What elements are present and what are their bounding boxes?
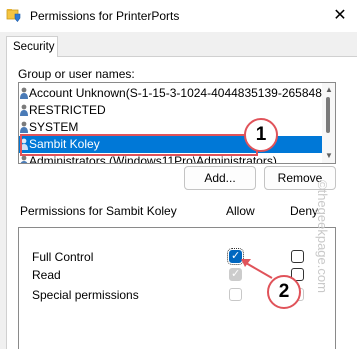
annotation-badge-1: 1 xyxy=(244,118,278,152)
deny-column-header: Deny xyxy=(290,204,319,218)
list-item[interactable]: Account Unknown(S-1-15-3-1024-4044835139… xyxy=(19,85,322,102)
special-permissions-allow-checkbox[interactable] xyxy=(229,288,242,301)
allow-column-header: Allow xyxy=(226,204,255,218)
full-control-deny-checkbox[interactable] xyxy=(291,250,304,263)
group-user-names-label: Group or user names: xyxy=(18,67,135,81)
tab-security[interactable]: Security xyxy=(6,36,58,57)
close-button[interactable]: ✕ xyxy=(323,0,357,32)
annotation-badge-2: 2 xyxy=(267,275,301,309)
add-button[interactable]: Add... xyxy=(184,166,256,190)
permission-name: Special permissions xyxy=(32,288,139,302)
permission-name: Full Control xyxy=(32,250,94,264)
list-item[interactable]: RESTRICTED xyxy=(19,102,322,119)
arrowhead-icon xyxy=(241,259,251,267)
window-title: Permissions for PrinterPorts xyxy=(30,9,180,23)
read-allow-checkbox[interactable]: ✓ xyxy=(229,268,242,281)
checkmark-icon: ✓ xyxy=(231,268,241,280)
user-name: RESTRICTED xyxy=(29,103,106,117)
close-icon: ✕ xyxy=(333,7,347,24)
permission-name: Read xyxy=(32,268,61,282)
user-name: Account Unknown(S-1-15-3-1024-4044835139… xyxy=(29,86,322,100)
checkmark-icon: ✓ xyxy=(231,250,241,262)
vertical-scrollbar[interactable]: ▲ ▼ xyxy=(322,83,335,163)
scroll-up-icon[interactable]: ▲ xyxy=(325,85,333,94)
title-bar: Permissions for PrinterPorts ✕ xyxy=(0,0,357,32)
watermark: ©thegeekpage.com xyxy=(315,180,330,293)
folder-shield-icon xyxy=(6,7,22,23)
permissions-header: Permissions for Sambit Koley xyxy=(20,204,177,218)
scroll-down-icon[interactable]: ▼ xyxy=(325,151,333,160)
highlight-box xyxy=(20,134,258,156)
scroll-thumb[interactable] xyxy=(326,97,330,133)
